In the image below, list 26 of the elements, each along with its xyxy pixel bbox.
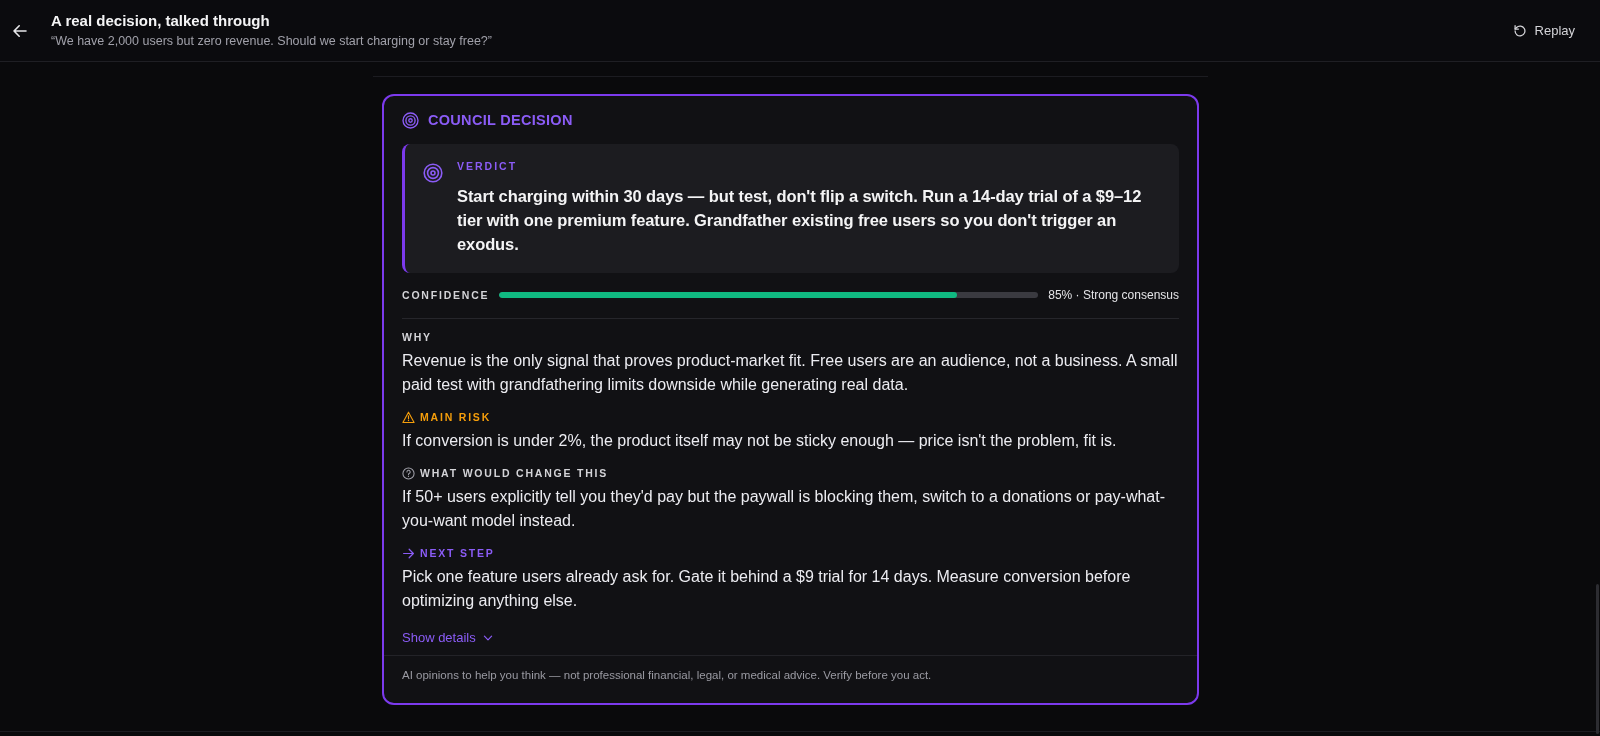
- confidence-reading: 85% · Strong consensus: [1048, 288, 1179, 302]
- section-text: If conversion is under 2%, the product itself may not be sticky enough — price isn't the problem, fit is.: [402, 431, 1118, 451]
- verdict-label: VERDICT: [457, 159, 519, 173]
- section-heading: WHY: [402, 330, 432, 344]
- card-title: COUNCIL DECISION: [428, 112, 573, 128]
- section-text: If 50+ users explicitly tell you they'd pay but the paywall is blocking them, switch to a donations or pay-what-you-want model instead.: [402, 487, 1166, 531]
- section-heading: WHAT WOULD CHANGE THIS: [420, 466, 609, 480]
- page-subtitle: “We have 2,000 users but zero revenue. Should we start charging or stay free?”: [51, 33, 493, 49]
- section-text: Revenue is the only signal that proves product-market fit. Free users are an audience, not a business. A small paid test with grandfathering limits downside while generating real data.: [402, 351, 1179, 395]
- verdict-text: Start charging within 30 days — but test, don't flip a switch. Run a 14-day trial of a $9–12 tier with one premium feature. Grandfather existing free users so you don't trigger an exodus.: [457, 186, 1143, 255]
- section-heading: NEXT STEP: [420, 546, 495, 560]
- disclaimer-text: AI opinions to help you think — not professional financial, legal, or medical advice. Verify before you act.: [402, 668, 933, 683]
- section-text: Pick one feature users already ask for. Gate it behind a $9 trial for 14 days. Measure conversion before optimizing anything else.: [402, 567, 1132, 611]
- replay-icon: [1512, 23, 1527, 38]
- back-arrow-icon: [12, 22, 28, 39]
- section-heading: MAIN RISK: [420, 410, 492, 424]
- show-details-link[interactable]: Show details: [402, 629, 494, 647]
- target-icon: [423, 163, 443, 183]
- replay-button[interactable]: Replay: [1512, 19, 1575, 42]
- target-icon: [402, 111, 419, 129]
- confidence-label: CONFIDENCE: [402, 289, 490, 301]
- warning-icon: [402, 410, 415, 424]
- help-icon: [402, 466, 415, 480]
- scrollbar-thumb[interactable]: [1596, 584, 1599, 734]
- arrow-right-icon: [402, 546, 415, 560]
- page-title: A real decision, talked through: [51, 12, 271, 30]
